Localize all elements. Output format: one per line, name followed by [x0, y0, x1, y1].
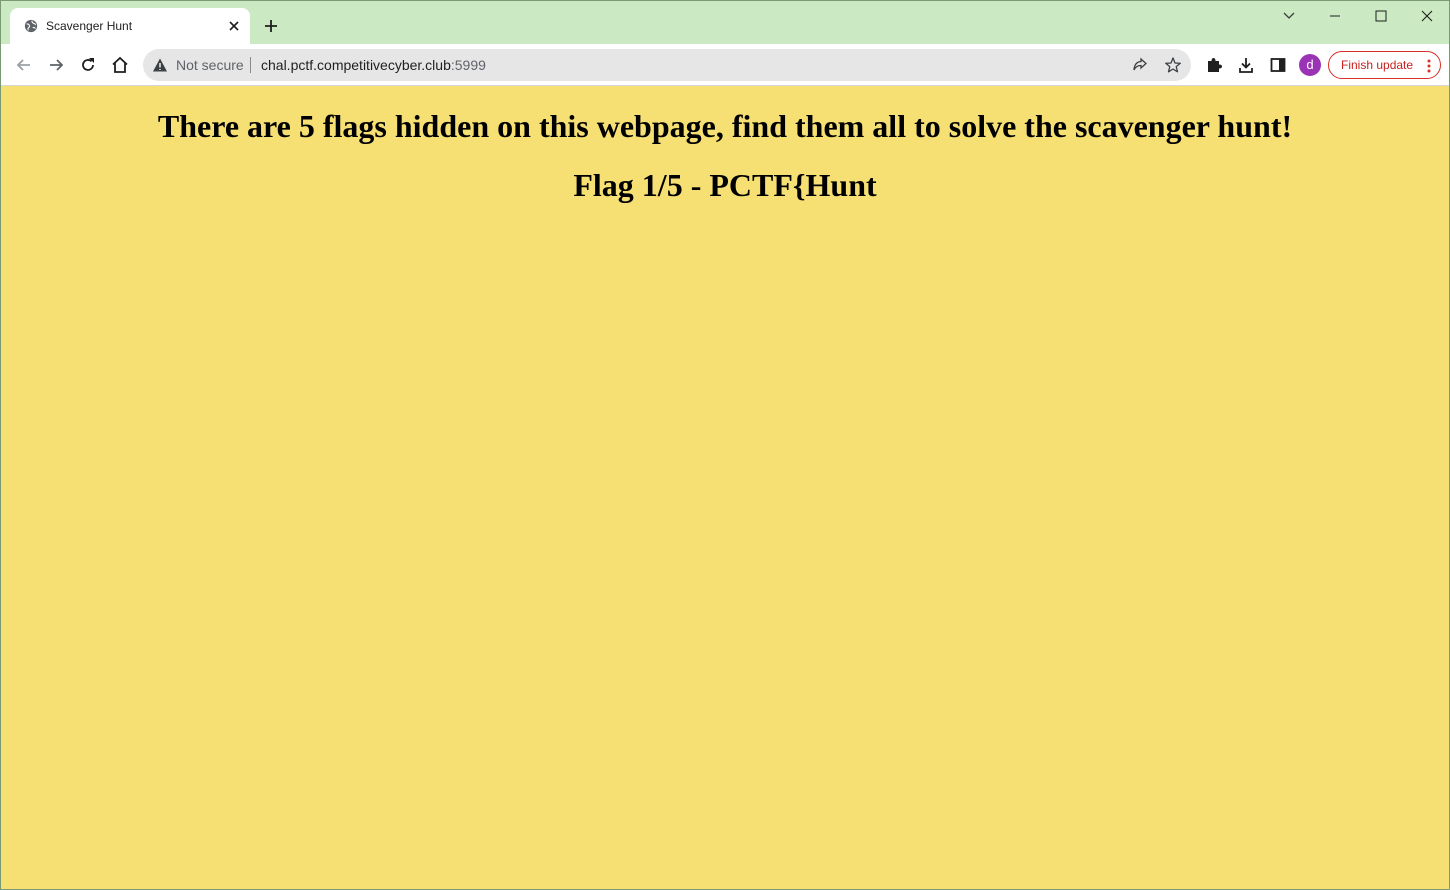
security-status[interactable]: Not secure	[176, 57, 244, 73]
kebab-menu-icon[interactable]	[1426, 58, 1432, 74]
tab-strip: Scavenger Hunt	[1, 1, 1449, 44]
back-arrow-icon[interactable]	[14, 55, 34, 75]
finish-update-label: Finish update	[1341, 58, 1414, 72]
omnibox-divider	[250, 57, 251, 73]
bookmark-star-icon[interactable]	[1164, 56, 1182, 74]
page-heading: There are 5 flags hidden on this webpage…	[157, 108, 1293, 144]
url-port: :5999	[450, 57, 486, 73]
browser-window: Scavenger Hunt Not secure chal.pctf.comp…	[0, 0, 1450, 890]
page-content: There are 5 flags hidden on this webpage…	[1, 87, 1449, 889]
close-window-icon[interactable]	[1419, 8, 1435, 24]
url-text[interactable]: chal.pctf.competitivecyber.club:5999	[261, 57, 486, 73]
globe-icon	[24, 19, 38, 33]
maximize-icon[interactable]	[1373, 9, 1389, 23]
reload-icon[interactable]	[78, 55, 98, 75]
share-icon[interactable]	[1131, 56, 1149, 74]
download-icon[interactable]	[1236, 55, 1256, 75]
url-host: chal.pctf.competitivecyber.club	[261, 57, 451, 73]
forward-arrow-icon[interactable]	[46, 55, 66, 75]
tab-scavenger-hunt[interactable]: Scavenger Hunt	[10, 8, 250, 44]
address-bar[interactable]: Not secure chal.pctf.competitivecyber.cl…	[143, 49, 1191, 81]
home-icon[interactable]	[110, 55, 130, 75]
flag-heading: Flag 1/5 - PCTF{Hunt	[573, 167, 877, 203]
warning-icon[interactable]	[152, 57, 168, 73]
new-tab-icon[interactable]	[263, 18, 279, 34]
close-tab-icon[interactable]	[227, 19, 241, 33]
extensions-puzzle-icon[interactable]	[1204, 55, 1224, 75]
chevron-down-icon[interactable]	[1281, 9, 1297, 23]
finish-update-button[interactable]: Finish update	[1328, 51, 1441, 79]
side-panel-icon[interactable]	[1268, 55, 1288, 75]
tab-title: Scavenger Hunt	[46, 19, 133, 33]
browser-toolbar: Not secure chal.pctf.competitivecyber.cl…	[1, 44, 1449, 86]
profile-avatar[interactable]: d	[1299, 54, 1321, 76]
minimize-icon[interactable]	[1327, 9, 1343, 23]
